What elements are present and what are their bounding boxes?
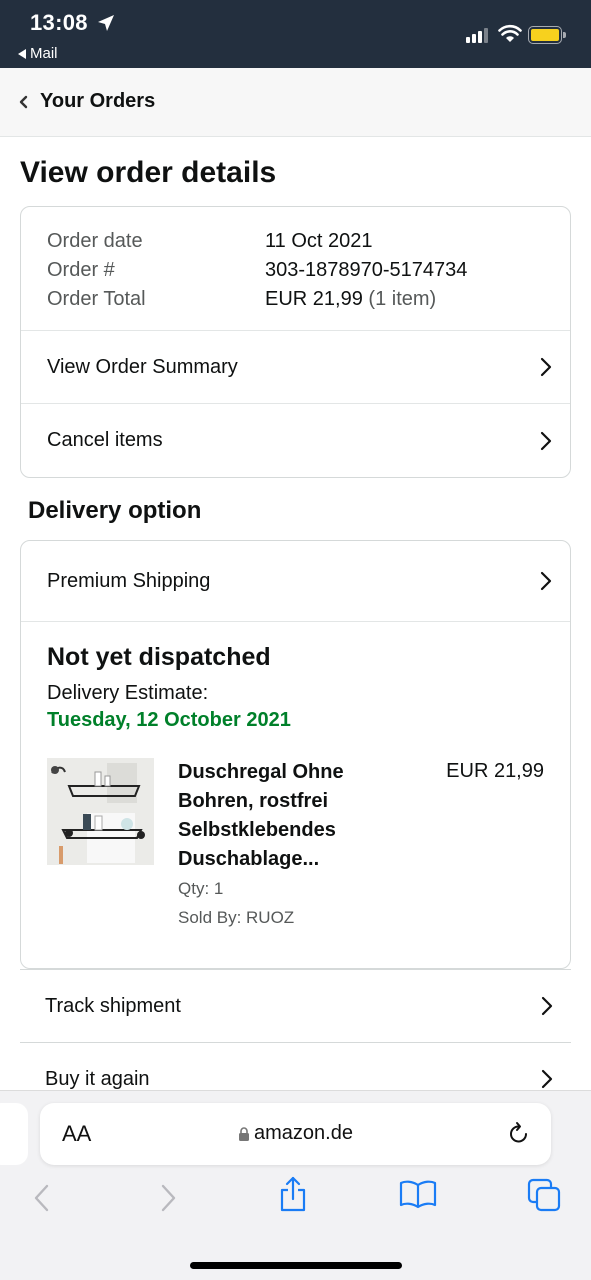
delivery-card: Premium Shipping Not yet dispatched Deli… — [20, 540, 571, 969]
order-number-value: 303-1878970-5174734 — [265, 259, 468, 281]
product-price: EUR 21,99 — [446, 760, 544, 782]
order-total-row: Order Total EUR 21,99 (1 item) — [47, 285, 570, 314]
product-thumbnail[interactable] — [47, 758, 154, 865]
order-info-card: Order date 11 Oct 2021 Order # 303-18789… — [20, 206, 571, 478]
shipping-option-link[interactable]: Premium Shipping — [21, 541, 570, 622]
product-title[interactable]: Duschregal Ohne Bohren, rostfrei Selbstk… — [178, 758, 398, 874]
wifi-icon — [498, 24, 522, 42]
view-order-summary-link[interactable]: View Order Summary — [21, 331, 570, 404]
cancel-items-label: Cancel items — [47, 429, 163, 451]
previous-tab-preview[interactable] — [0, 1103, 28, 1165]
bookmarks-icon[interactable] — [399, 1179, 437, 1209]
battery-level — [531, 29, 559, 41]
product-qty: Qty: 1 — [178, 879, 224, 898]
back-triangle-icon — [18, 48, 26, 59]
page-title: View order details — [20, 156, 277, 189]
reload-icon[interactable] — [507, 1121, 531, 1147]
shipment-status-block: Not yet dispatched Delivery Estimate: Tu… — [21, 622, 570, 932]
address-bar[interactable]: AA amazon.de — [40, 1103, 551, 1165]
order-number-row: Order # 303-1878970-5174734 — [47, 256, 570, 285]
back-app-label: Mail — [30, 45, 58, 62]
order-total-value: EUR 21,99 — [265, 288, 363, 310]
track-shipment-label: Track shipment — [45, 994, 181, 1017]
status-time: 13:08 — [30, 10, 88, 35]
tabs-icon[interactable] — [526, 1177, 562, 1213]
order-total-value-wrap: EUR 21,99 (1 item) — [265, 285, 436, 314]
home-indicator — [190, 1262, 402, 1269]
shipment-status: Not yet dispatched — [47, 643, 271, 671]
chevron-right-icon — [541, 1069, 553, 1089]
delivery-estimate-label: Delivery Estimate: — [47, 682, 209, 704]
order-total-label: Order Total — [47, 288, 146, 310]
location-arrow-icon — [98, 15, 114, 31]
chevron-right-icon — [540, 431, 552, 450]
shipping-option-label: Premium Shipping — [47, 569, 211, 592]
order-item-count: (1 item) — [368, 288, 437, 310]
product-info: Duschregal Ohne Bohren, rostfrei Selbstk… — [178, 758, 398, 932]
product-item[interactable]: Duschregal Ohne Bohren, rostfrei Selbstk… — [47, 758, 544, 932]
nav-header: Your Orders — [0, 68, 591, 137]
cancel-items-link[interactable]: Cancel items — [21, 404, 570, 477]
chevron-right-icon — [541, 996, 553, 1016]
delivery-estimate-date: Tuesday, 12 October 2021 — [47, 709, 291, 731]
back-label: Your Orders — [40, 90, 156, 112]
url-text: amazon.de — [254, 1122, 353, 1144]
track-shipment-link[interactable]: Track shipment — [20, 969, 571, 1042]
status-bar: 13:08 Mail — [0, 0, 591, 68]
browser-toolbar — [0, 1176, 591, 1227]
delivery-section-title: Delivery option — [28, 497, 202, 524]
order-date-label: Order date — [47, 230, 143, 252]
browser-bottom-bar: AA amazon.de — [0, 1090, 591, 1280]
back-to-app-link[interactable]: Mail — [18, 45, 58, 62]
product-seller: Sold By: RUOZ — [178, 908, 295, 927]
shower-shelf-image — [47, 758, 154, 865]
cellular-signal-icon — [466, 28, 488, 43]
view-order-summary-label: View Order Summary — [47, 355, 238, 378]
order-number-label: Order # — [47, 259, 115, 281]
battery-icon — [528, 26, 566, 44]
order-info-block: Order date 11 Oct 2021 Order # 303-18789… — [21, 207, 570, 331]
lock-icon — [239, 1126, 250, 1141]
chevron-right-icon — [540, 357, 552, 377]
order-date-row: Order date 11 Oct 2021 — [47, 227, 570, 256]
share-icon[interactable] — [278, 1175, 308, 1213]
back-arrow-icon[interactable] — [32, 1183, 52, 1213]
back-to-orders-link[interactable]: Your Orders — [18, 90, 155, 113]
url-display[interactable]: amazon.de — [40, 1122, 551, 1145]
chevron-right-icon — [540, 571, 552, 591]
forward-arrow-icon[interactable] — [158, 1183, 178, 1213]
chevron-left-icon — [19, 95, 28, 108]
buy-it-again-label: Buy it again — [45, 1067, 150, 1090]
order-date-value: 11 Oct 2021 — [265, 230, 373, 252]
